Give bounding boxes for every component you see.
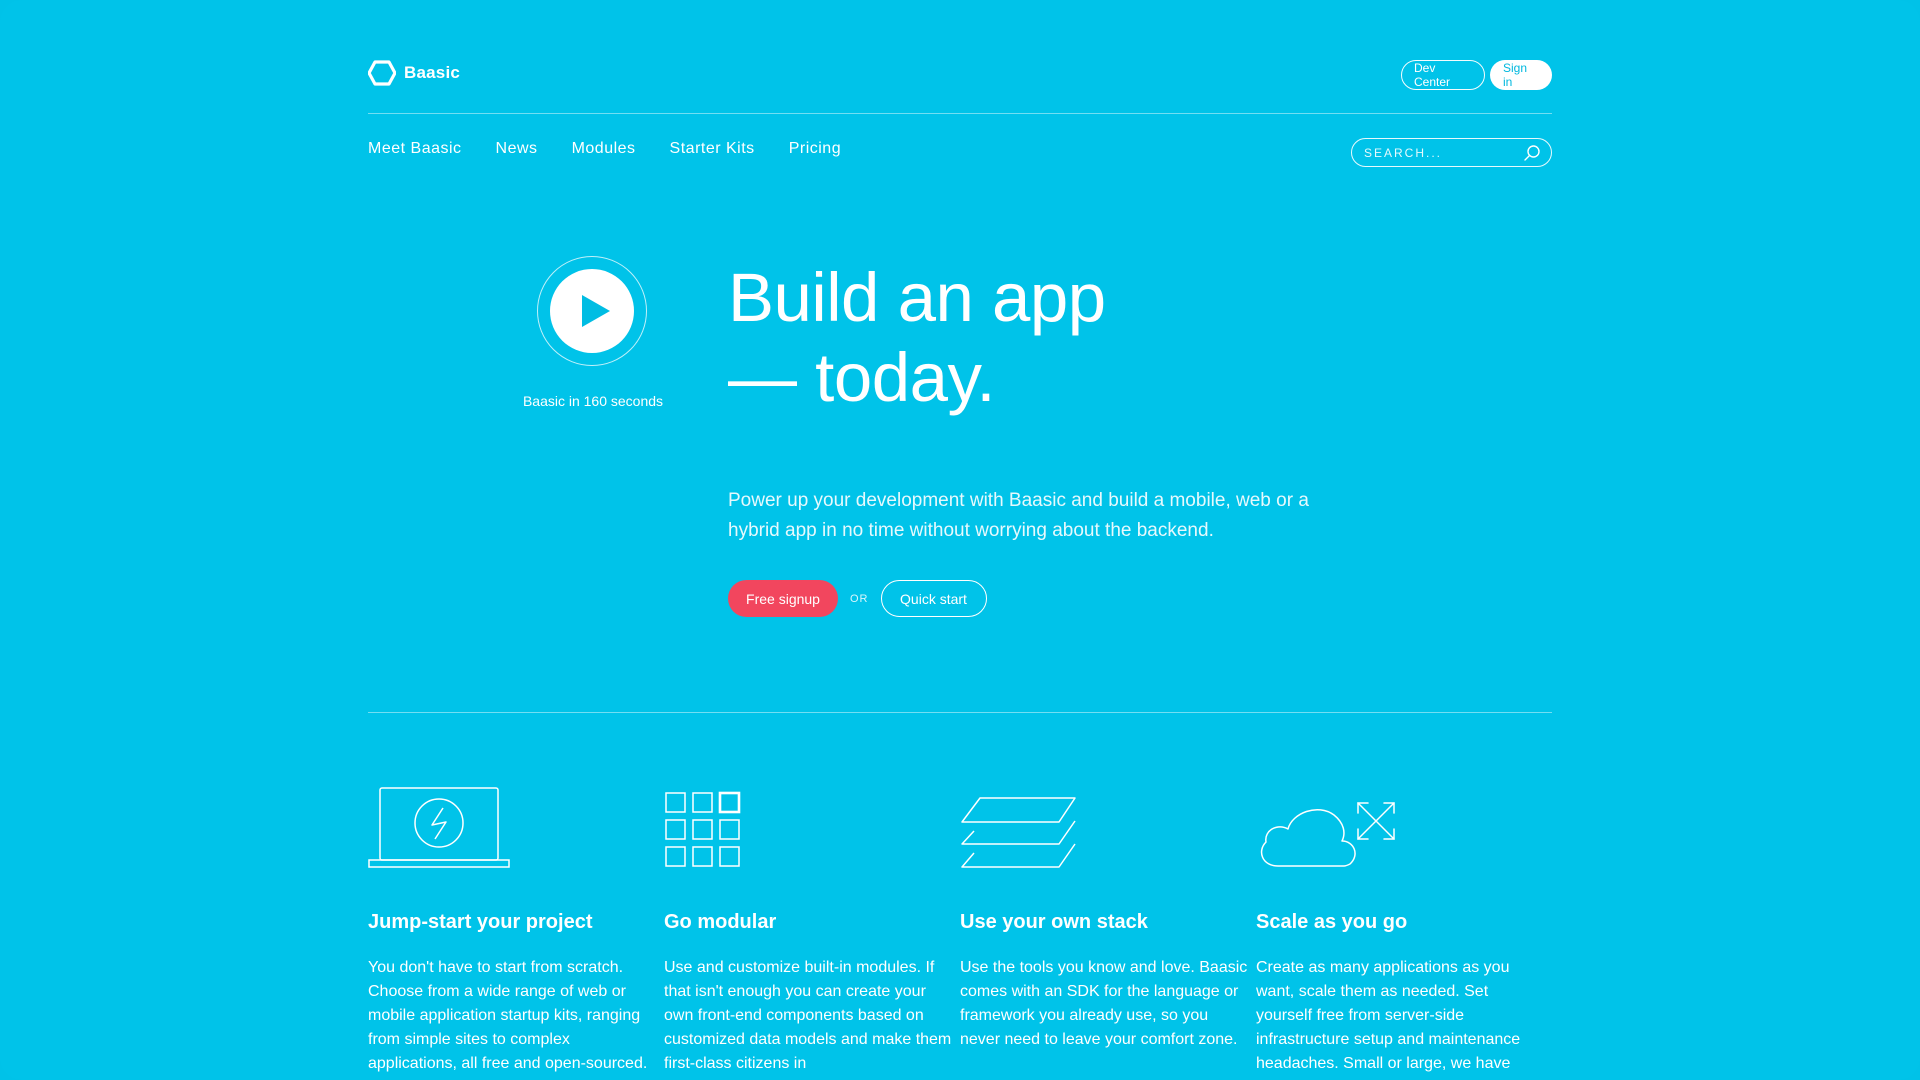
hero-headline: Build an app — today. bbox=[728, 258, 1248, 418]
module-grid-icon bbox=[665, 791, 741, 867]
search-box bbox=[1351, 138, 1552, 167]
or-label: OR bbox=[850, 592, 869, 605]
section-divider bbox=[368, 712, 1552, 713]
hero-subtext: Power up your development with Baasic an… bbox=[728, 490, 1309, 541]
nav-item-pricing[interactable]: Pricing bbox=[789, 140, 841, 164]
feature-text: Create as many applications as you want,… bbox=[1256, 959, 1521, 1072]
feature-jump-start: Jump-start your project You don't have t… bbox=[368, 785, 664, 1076]
stack-layers-icon bbox=[961, 797, 1076, 868]
sign-in-button[interactable]: Sign in bbox=[1490, 60, 1552, 90]
quick-start-button[interactable]: Quick start bbox=[880, 580, 987, 617]
video-player bbox=[537, 256, 647, 366]
headline-line-2: — today. bbox=[728, 339, 996, 416]
search-input[interactable] bbox=[1364, 145, 1514, 160]
cta-row: Free signup OR Quick start bbox=[728, 580, 987, 617]
video-caption: Baasic in 160 seconds bbox=[522, 393, 664, 409]
nav-item-meet-baasic[interactable]: Meet Baasic bbox=[368, 140, 462, 164]
page: Baasic Dev Center Sign in Meet Baasic Ne… bbox=[0, 0, 1920, 1080]
feature-title: Scale as you go bbox=[1256, 911, 1408, 933]
hexagon-logo-icon bbox=[368, 60, 396, 86]
top-actions: Dev Center Sign in bbox=[1401, 60, 1552, 90]
features-section: Jump-start your project You don't have t… bbox=[368, 785, 1552, 1076]
feature-text: You don't have to start from scratch. Ch… bbox=[368, 959, 648, 1072]
top-bar: Baasic Dev Center Sign in bbox=[368, 54, 1552, 94]
feature-own-stack: Use your own stack Use the tools you kno… bbox=[960, 785, 1256, 1076]
main-nav: Meet Baasic News Modules Starter Kits Pr… bbox=[368, 138, 1552, 167]
nav-item-news[interactable]: News bbox=[496, 140, 538, 164]
nav-item-modules[interactable]: Modules bbox=[572, 140, 636, 164]
play-icon bbox=[582, 295, 610, 327]
feature-go-modular: Go modular Use and customize built-in mo… bbox=[664, 785, 960, 1076]
free-signup-button[interactable]: Free signup bbox=[728, 580, 838, 617]
play-video-button[interactable] bbox=[550, 269, 634, 353]
header-divider bbox=[368, 113, 1552, 114]
feature-text: Use and customize built-in modules. If t… bbox=[664, 959, 952, 1072]
brand-name: Baasic bbox=[404, 63, 461, 82]
nav-item-starter-kits[interactable]: Starter Kits bbox=[670, 140, 755, 164]
laptop-lightning-icon bbox=[368, 787, 510, 868]
feature-text: Use the tools you know and love. Baasic … bbox=[960, 959, 1248, 1048]
brand-logo[interactable]: Baasic bbox=[368, 60, 460, 86]
feature-scale: Scale as you go Create as many applicati… bbox=[1256, 785, 1552, 1076]
feature-title: Jump-start your project bbox=[368, 911, 593, 933]
feature-title: Go modular bbox=[664, 911, 777, 933]
feature-title: Use your own stack bbox=[960, 911, 1148, 933]
headline-line-1: Build an app bbox=[728, 259, 1106, 336]
dev-center-button[interactable]: Dev Center bbox=[1401, 60, 1485, 90]
search-icon[interactable] bbox=[1523, 144, 1541, 162]
cloud-scale-icon bbox=[1260, 802, 1395, 867]
